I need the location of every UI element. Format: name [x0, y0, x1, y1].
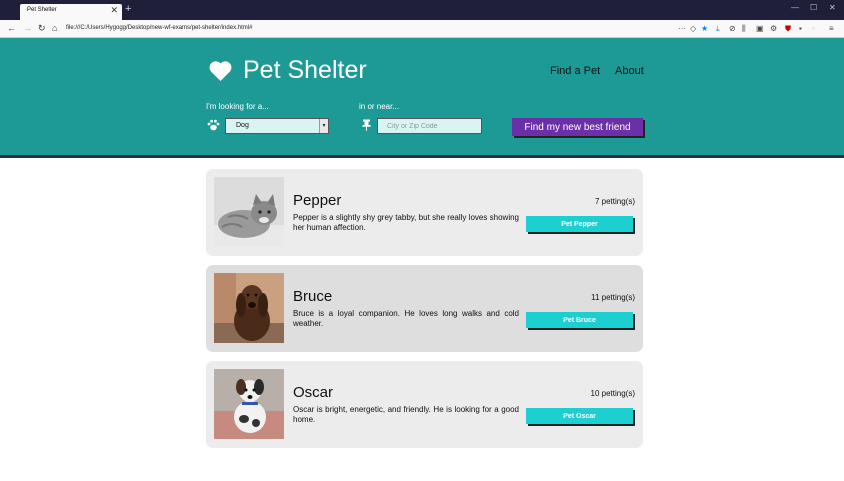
pet-description: Oscar is bright, energetic, and friendly…	[293, 405, 519, 424]
pet-card-oscar: Oscar 10 petting(s) Oscar is bright, ene…	[206, 361, 643, 448]
pet-name: Pepper	[293, 192, 342, 209]
nav-about[interactable]: About	[615, 65, 644, 77]
pet-description: Bruce is a loyal companion. He loves lon…	[293, 309, 519, 328]
pocket-icon[interactable]: ◇	[690, 23, 696, 34]
reload-icon[interactable]: ↻	[38, 23, 46, 34]
pet-card-bruce: Bruce 11 petting(s) Bruce is a loyal com…	[206, 265, 643, 352]
extension-icon[interactable]: ⊘	[729, 23, 736, 34]
pet-oscar-button[interactable]: Pet Oscar	[526, 408, 633, 424]
minimize-icon[interactable]: —	[791, 3, 799, 12]
paw-icon	[207, 119, 220, 131]
container-icon[interactable]: ▪	[799, 23, 802, 34]
tab-title: Pet Shelter	[27, 7, 57, 13]
site-title: Pet Shelter	[243, 56, 367, 84]
petting-count: 7 petting(s)	[594, 197, 635, 206]
home-icon[interactable]: ⌂	[52, 23, 57, 34]
pet-pepper-button[interactable]: Pet Pepper	[526, 216, 633, 232]
looking-for-label: I'm looking for a...	[206, 102, 269, 111]
chevron-down-icon[interactable]: ▾	[319, 119, 328, 133]
browser-tab[interactable]: Pet Shelter ✕	[20, 4, 122, 20]
forward-icon[interactable]: →	[23, 23, 32, 34]
close-window-icon[interactable]: ✕	[829, 3, 836, 12]
pet-card-pepper: Pepper 7 petting(s) Pepper is a slightly…	[206, 169, 643, 256]
pet-name: Oscar	[293, 384, 334, 401]
animal-select-value: Dog	[236, 122, 249, 129]
profile-icon[interactable]: ▫	[812, 23, 815, 34]
page-actions-icon[interactable]: ···	[678, 23, 686, 34]
bookmark-star-icon[interactable]: ★	[701, 23, 708, 34]
location-input[interactable]	[377, 118, 482, 134]
browser-nav-bar: ← → ↻ ⌂ file:///C:/Users/Hygogg/Desktop/…	[0, 20, 844, 38]
address-bar[interactable]: file:///C:/Users/Hygogg/Desktop/new-wf-e…	[66, 23, 252, 34]
animal-select[interactable]: Dog ▾	[225, 118, 329, 134]
petting-count: 11 petting(s)	[591, 293, 635, 302]
download-icon[interactable]: ⤓	[716, 23, 720, 34]
shield-icon[interactable]: ⛊	[785, 23, 791, 34]
maximize-icon[interactable]: ☐	[810, 3, 817, 12]
petting-count: 10 petting(s)	[590, 389, 635, 398]
pet-bruce-button[interactable]: Pet Bruce	[526, 312, 633, 328]
pet-name: Bruce	[293, 288, 333, 305]
near-label: in or near...	[359, 102, 400, 111]
pet-photo-pepper	[214, 177, 284, 247]
tab-close-icon[interactable]: ✕	[110, 5, 118, 16]
nav-find-a-pet[interactable]: Find a Pet	[550, 65, 600, 77]
menu-icon[interactable]: ≡	[829, 23, 834, 34]
pet-photo-bruce	[214, 273, 284, 343]
pet-description: Pepper is a slightly shy grey tabby, but…	[293, 213, 519, 232]
pin-icon	[362, 119, 371, 131]
find-best-friend-button[interactable]: Find my new best friend	[512, 118, 643, 136]
pet-photo-oscar	[214, 369, 284, 439]
heart-icon	[209, 61, 232, 81]
library-icon[interactable]: ⫼	[742, 23, 746, 34]
addon-icon[interactable]: ⚙	[770, 23, 777, 34]
sidebar-icon[interactable]: ▣	[756, 23, 764, 34]
back-icon[interactable]: ←	[7, 23, 16, 34]
browser-tab-bar: Pet Shelter ✕ + — ☐ ✕	[0, 0, 844, 20]
site-header: Pet Shelter Find a Pet About I'm looking…	[0, 38, 844, 158]
new-tab-icon[interactable]: +	[125, 3, 131, 15]
